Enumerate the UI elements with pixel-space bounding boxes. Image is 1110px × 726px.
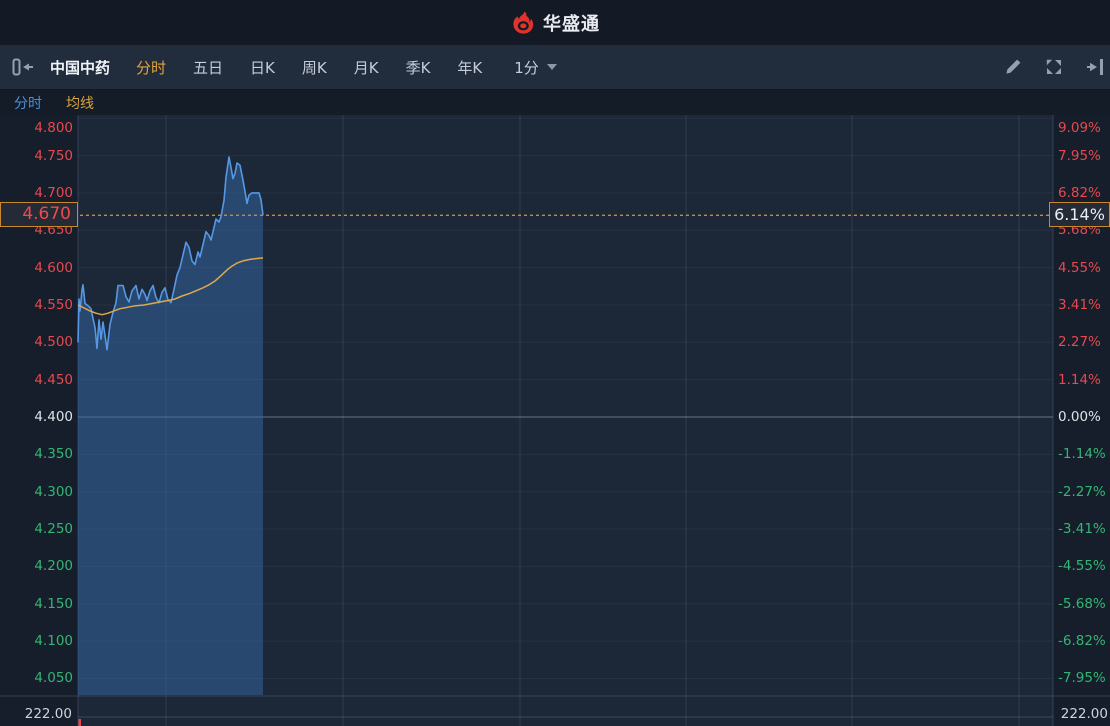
- chevron-down-icon: [546, 64, 557, 70]
- period-tab[interactable]: 月K: [354, 57, 379, 78]
- percent-axis-label: -7.95%: [1058, 670, 1106, 687]
- volume-scale-label-right: 222.00: [1060, 706, 1108, 722]
- price-axis-label: 4.200: [34, 558, 73, 575]
- period-tab[interactable]: 五日: [193, 57, 223, 78]
- price-axis-label: 4.350: [34, 446, 73, 463]
- current-percent-tag: 6.14%: [1049, 202, 1110, 228]
- draw-pencil-icon[interactable]: [1004, 58, 1022, 76]
- percent-axis-label: 7.95%: [1058, 147, 1101, 164]
- current-price-tag: 4.670: [0, 202, 78, 228]
- collapse-panel-icon[interactable]: [12, 58, 34, 76]
- percent-axis-label: -4.55%: [1058, 558, 1106, 575]
- app-window: 华盛通 中国中药 分时 五日 日K 周K 月K 季K 年K 1分 分时 均线 4…: [0, 0, 1110, 726]
- minute-chart[interactable]: 4.800 4.750 4.700 4.650 4.600 4.550 4.500 4.450…: [0, 115, 1110, 726]
- indicator-tab[interactable]: 分时: [14, 93, 42, 113]
- chart-svg: [0, 115, 1110, 726]
- price-axis-label: 4.150: [34, 595, 73, 612]
- price-axis-label: 4.500: [34, 334, 73, 351]
- price-axis-label: 4.050: [34, 670, 73, 687]
- price-axis-label: 4.450: [34, 371, 73, 388]
- period-tab[interactable]: 年K: [457, 57, 482, 78]
- percent-axis-label: -3.41%: [1058, 521, 1106, 538]
- chart-toolbar: 中国中药 分时 五日 日K 周K 月K 季K 年K 1分: [0, 45, 1110, 90]
- flame-logo-icon: [510, 11, 536, 35]
- toolbar-right-icons: [1004, 57, 1103, 77]
- interval-selected-label: 1分: [514, 58, 539, 77]
- price-axis-label: 4.800: [34, 120, 73, 136]
- indicator-tabs: 分时 均线: [0, 90, 1110, 115]
- price-axis-label: 4.100: [34, 633, 73, 650]
- period-tab[interactable]: 周K: [302, 57, 327, 78]
- app-logo: 华盛通: [510, 10, 600, 36]
- percent-axis-label: 6.82%: [1058, 184, 1101, 201]
- interval-dropdown[interactable]: 1分: [514, 57, 557, 78]
- price-axis-label: 4.600: [34, 259, 73, 276]
- percent-axis-label: 9.09%: [1058, 120, 1101, 136]
- period-tab[interactable]: 日K: [250, 57, 275, 78]
- period-tabs: 分时 五日 日K 周K 月K 季K 年K: [136, 57, 482, 78]
- price-axis-label: 4.400: [34, 409, 73, 425]
- volume-scale-label-left: 222.00: [24, 706, 72, 722]
- stock-name[interactable]: 中国中药: [50, 57, 110, 78]
- period-tab[interactable]: 季K: [406, 57, 431, 78]
- price-axis-label: 4.250: [34, 521, 73, 538]
- price-axis-label: 4.550: [34, 296, 73, 313]
- fullscreen-icon[interactable]: [1044, 57, 1064, 77]
- price-axis-label: 4.300: [34, 483, 73, 500]
- app-logo-text: 华盛通: [543, 13, 600, 35]
- indicator-tab[interactable]: 均线: [66, 93, 94, 113]
- period-tab[interactable]: 分时: [136, 57, 166, 78]
- percent-axis-label: 3.41%: [1058, 296, 1101, 313]
- percent-axis-label: -1.14%: [1058, 446, 1106, 463]
- open-panel-right-icon[interactable]: [1086, 58, 1108, 76]
- percent-axis-label: 4.55%: [1058, 259, 1101, 276]
- percent-axis-label: -6.82%: [1058, 633, 1106, 650]
- price-axis-label: 4.700: [34, 184, 73, 201]
- top-title-bar: 华盛通: [0, 0, 1110, 45]
- percent-axis-label: 1.14%: [1058, 371, 1101, 388]
- percent-axis-label: -5.68%: [1058, 595, 1106, 612]
- price-axis-label: 4.750: [34, 147, 73, 164]
- percent-axis-label: 2.27%: [1058, 334, 1101, 351]
- percent-axis-label: -2.27%: [1058, 483, 1106, 500]
- percent-axis-label: 0.00%: [1058, 409, 1101, 425]
